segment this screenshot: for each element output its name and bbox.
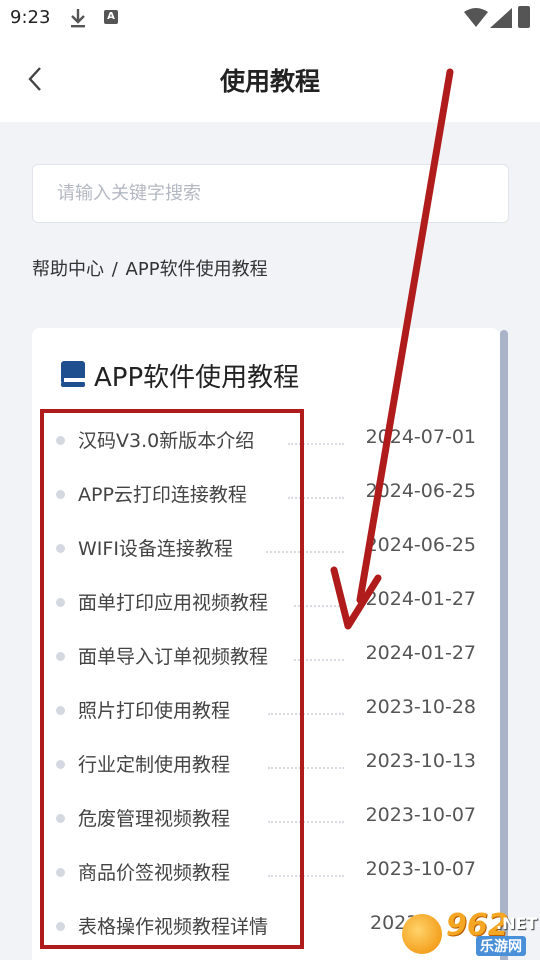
tutorial-card: APP软件使用教程 汉码V3.0新版本介绍 2024-07-01 APP云打印连…	[32, 328, 500, 960]
signal-icon	[490, 8, 512, 28]
bullet	[56, 544, 65, 553]
bullet	[56, 598, 65, 607]
scrollbar[interactable]	[500, 330, 508, 960]
dot-leader	[294, 605, 344, 607]
status-time: 9:23	[10, 7, 51, 28]
bullet	[56, 922, 65, 931]
item-date: 2024-01-27	[365, 588, 476, 610]
item-title: 行业定制使用教程	[78, 754, 231, 776]
bullet	[56, 436, 65, 445]
item-date: 2024-07-01	[365, 426, 476, 448]
list-item[interactable]: 面单打印应用视频教程 2024-01-27	[32, 574, 500, 628]
breadcrumb-home-link[interactable]: 帮助中心	[32, 259, 104, 280]
item-date: 2024-06-25	[365, 534, 476, 556]
bullet	[56, 760, 65, 769]
list-item[interactable]: APP云打印连接教程 2024-06-25	[32, 466, 500, 520]
item-date: 2024-01-27	[365, 642, 476, 664]
watermark-cn: 乐游网	[476, 936, 526, 956]
bullet	[56, 868, 65, 877]
watermark-logo: 962 .NET 乐游网	[402, 908, 538, 958]
nav-bar: 使用教程	[0, 36, 540, 122]
list-item[interactable]: 照片打印使用教程 2023-10-28	[32, 682, 500, 736]
watermark-emblem	[402, 914, 442, 954]
item-title: APP云打印连接教程	[78, 484, 247, 506]
list-item[interactable]: WIFI设备连接教程 2024-06-25	[32, 520, 500, 574]
item-date: 2023-10-13	[365, 750, 476, 772]
battery-icon	[518, 6, 530, 28]
item-date: 2024-06-25	[365, 480, 476, 502]
bullet	[56, 814, 65, 823]
list-item[interactable]: 商品价签视频教程 2023-10-07	[32, 844, 500, 898]
item-title: 危废管理视频教程	[78, 808, 231, 830]
bullet	[56, 490, 65, 499]
dot-leader	[288, 443, 344, 445]
list-item[interactable]: 危废管理视频教程 2023-10-07	[32, 790, 500, 844]
book-icon	[61, 361, 85, 387]
list-item[interactable]: 面单导入订单视频教程 2024-01-27	[32, 628, 500, 682]
list-item[interactable]: 行业定制使用教程 2023-10-13	[32, 736, 500, 790]
watermark-suffix: .NET	[496, 914, 538, 933]
dot-leader	[268, 875, 344, 877]
item-title: 面单打印应用视频教程	[78, 592, 269, 614]
dot-leader	[294, 659, 344, 661]
item-title: WIFI设备连接教程	[78, 538, 233, 560]
download-icon	[71, 9, 85, 28]
wifi-icon	[464, 8, 488, 27]
dot-leader	[268, 713, 344, 715]
item-date: 2023-10-07	[365, 858, 476, 880]
dot-leader	[288, 497, 344, 499]
breadcrumb: 帮助中心 / APP软件使用教程	[32, 255, 268, 281]
breadcrumb-current: APP软件使用教程	[125, 259, 268, 280]
item-title: 汉码V3.0新版本介绍	[78, 430, 255, 452]
item-title: 面单导入订单视频教程	[78, 646, 269, 668]
item-date: 2023-10-07	[365, 804, 476, 826]
card-title: APP软件使用教程	[94, 363, 300, 393]
dot-leader	[268, 821, 344, 823]
a-badge-icon: A	[104, 10, 118, 24]
list-item[interactable]: 汉码V3.0新版本介绍 2024-07-01	[32, 412, 500, 466]
dot-leader	[266, 551, 344, 553]
bullet	[56, 706, 65, 715]
item-date: 2023-10-28	[365, 696, 476, 718]
item-title: 照片打印使用教程	[78, 700, 231, 722]
item-title: 商品价签视频教程	[78, 862, 231, 884]
item-title: 表格操作视频教程详情	[78, 916, 269, 938]
search-input[interactable]	[32, 164, 509, 223]
bullet	[56, 652, 65, 661]
breadcrumb-separator: /	[111, 259, 118, 280]
page-title: 使用教程	[219, 67, 320, 96]
dot-leader	[268, 767, 344, 769]
status-bar: 9:23 A	[0, 0, 540, 36]
